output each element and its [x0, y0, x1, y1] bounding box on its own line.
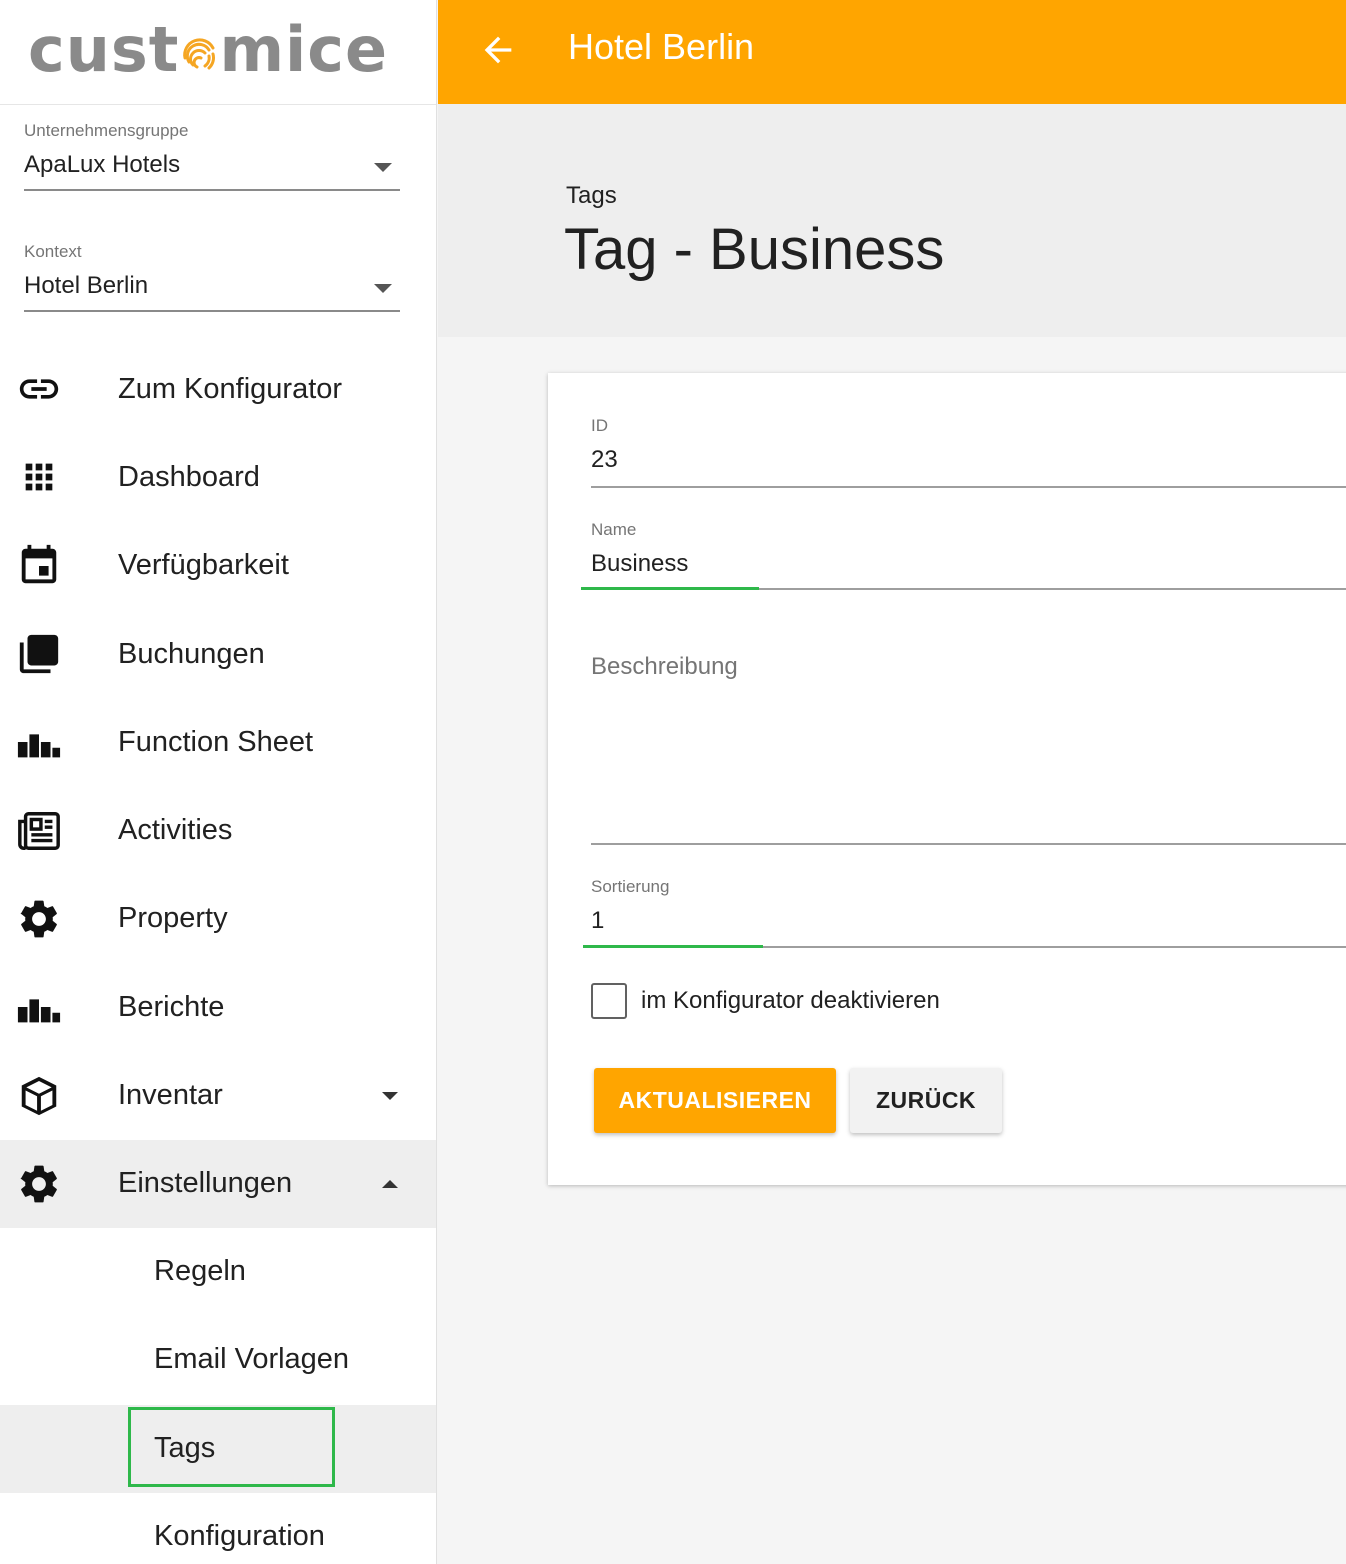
update-button[interactable]: AKTUALISIEREN — [594, 1068, 836, 1133]
sidebar: cust mice Unternehmensgruppe ApaLux Hote… — [0, 0, 437, 1564]
deactivate-checkbox-row[interactable]: im Konfigurator deaktivieren — [591, 983, 940, 1019]
nav-label: Dashboard — [118, 460, 260, 493]
caret-up-icon — [382, 1179, 398, 1188]
context-value[interactable]: Hotel Berlin — [24, 272, 400, 312]
main-nav: Zum Konfigurator Dashboard Verfügbarkeit… — [0, 345, 436, 1564]
gear-icon — [16, 1161, 62, 1207]
cube-icon — [16, 1073, 62, 1119]
id-label: ID — [591, 416, 608, 435]
breadcrumb[interactable]: Tags — [566, 182, 617, 210]
nav-item-berichte[interactable]: Berichte — [0, 963, 436, 1051]
nav-label: Activities — [118, 814, 233, 847]
tag-form-card: ID 23 Name Business Beschreibung Sortier… — [548, 373, 1346, 1185]
dropdown-arrow-icon — [374, 163, 392, 172]
id-underline — [591, 486, 1346, 488]
layers-icon — [16, 631, 62, 677]
company-group-label: Unternehmensgruppe — [24, 121, 189, 140]
nav-label: Inventar — [118, 1079, 223, 1112]
context-label: Kontext — [24, 242, 82, 261]
description-underline — [591, 843, 1346, 845]
sub-nav-item-email-vorlagen[interactable]: Email Vorlagen — [0, 1316, 436, 1404]
sub-nav-item-regeln[interactable]: Regeln — [0, 1228, 436, 1316]
logo-text-part2: mice — [219, 13, 389, 86]
sub-nav-item-tags[interactable]: Tags — [0, 1404, 436, 1493]
gear-icon — [16, 896, 62, 942]
deactivate-checkbox-label[interactable]: im Konfigurator deaktivieren — [641, 987, 940, 1015]
logo[interactable]: cust mice — [0, 0, 436, 105]
nav-item-function-sheet[interactable]: Function Sheet — [0, 698, 436, 786]
arrow-left-icon[interactable] — [478, 30, 518, 70]
caret-down-icon — [382, 1091, 398, 1100]
company-group-value-text: ApaLux Hotels — [24, 151, 181, 178]
deactivate-checkbox[interactable] — [591, 983, 627, 1019]
nav-item-einstellungen[interactable]: Einstellungen — [0, 1139, 436, 1228]
logo-text-part1: cust — [28, 13, 180, 86]
page-header: Tags Tag - Business — [438, 104, 1346, 337]
sort-input[interactable]: 1 — [591, 907, 1346, 945]
bar-chart-icon — [16, 984, 62, 1030]
sort-field[interactable]: Sortierung 1 — [583, 877, 1346, 948]
calendar-icon — [16, 543, 62, 589]
sub-nav-label: Regeln — [154, 1254, 246, 1287]
nav-item-inventar[interactable]: Inventar — [0, 1051, 436, 1139]
nav-item-zum-konfigurator[interactable]: Zum Konfigurator — [0, 345, 436, 433]
nav-label: Buchungen — [118, 637, 265, 670]
company-group-select[interactable]: Unternehmensgruppe ApaLux Hotels — [24, 121, 400, 191]
id-value[interactable]: 23 — [591, 446, 1346, 484]
nav-label: Einstellungen — [118, 1167, 293, 1200]
nav-item-buchungen[interactable]: Buchungen — [0, 610, 436, 698]
sub-nav-item-konfiguration[interactable]: Konfiguration — [0, 1493, 436, 1564]
sort-focus-indicator — [583, 945, 763, 948]
nav-item-dashboard[interactable]: Dashboard — [0, 433, 436, 521]
sub-nav-label: Tags — [154, 1431, 216, 1464]
nav-label: Property — [118, 902, 228, 935]
sort-label: Sortierung — [591, 877, 670, 896]
name-input[interactable]: Business — [591, 550, 1346, 588]
nav-label: Berichte — [118, 990, 225, 1023]
id-field[interactable]: ID 23 — [591, 416, 1346, 488]
name-focus-indicator — [581, 587, 759, 590]
sub-nav-label: Email Vorlagen — [154, 1343, 350, 1376]
name-field[interactable]: Name Business — [581, 520, 1346, 590]
app-bar: Hotel Berlin — [438, 0, 1346, 104]
description-placeholder[interactable]: Beschreibung — [591, 653, 1346, 691]
context-value-text: Hotel Berlin — [24, 272, 149, 299]
nav-item-verfuegbarkeit[interactable]: Verfügbarkeit — [0, 522, 436, 610]
grid-icon — [16, 454, 62, 500]
name-label: Name — [591, 520, 637, 539]
back-button[interactable]: ZURÜCK — [850, 1068, 1002, 1133]
bar-chart-icon — [16, 719, 62, 765]
company-group-value[interactable]: ApaLux Hotels — [24, 151, 400, 191]
page-title: Tag - Business — [564, 217, 945, 282]
newspaper-icon — [16, 808, 62, 854]
nav-label: Verfügbarkeit — [118, 549, 289, 582]
nav-label: Zum Konfigurator — [118, 372, 343, 405]
fingerprint-logo-icon — [179, 14, 219, 86]
link-icon — [16, 366, 62, 412]
dropdown-arrow-icon — [374, 284, 392, 293]
app-bar-title: Hotel Berlin — [568, 26, 755, 67]
context-select[interactable]: Kontext Hotel Berlin — [24, 242, 400, 312]
description-field[interactable]: Beschreibung — [591, 653, 1346, 846]
sub-nav-label: Konfiguration — [154, 1519, 325, 1552]
nav-label: Function Sheet — [118, 725, 314, 758]
nav-item-activities[interactable]: Activities — [0, 786, 436, 874]
nav-item-property[interactable]: Property — [0, 875, 436, 963]
